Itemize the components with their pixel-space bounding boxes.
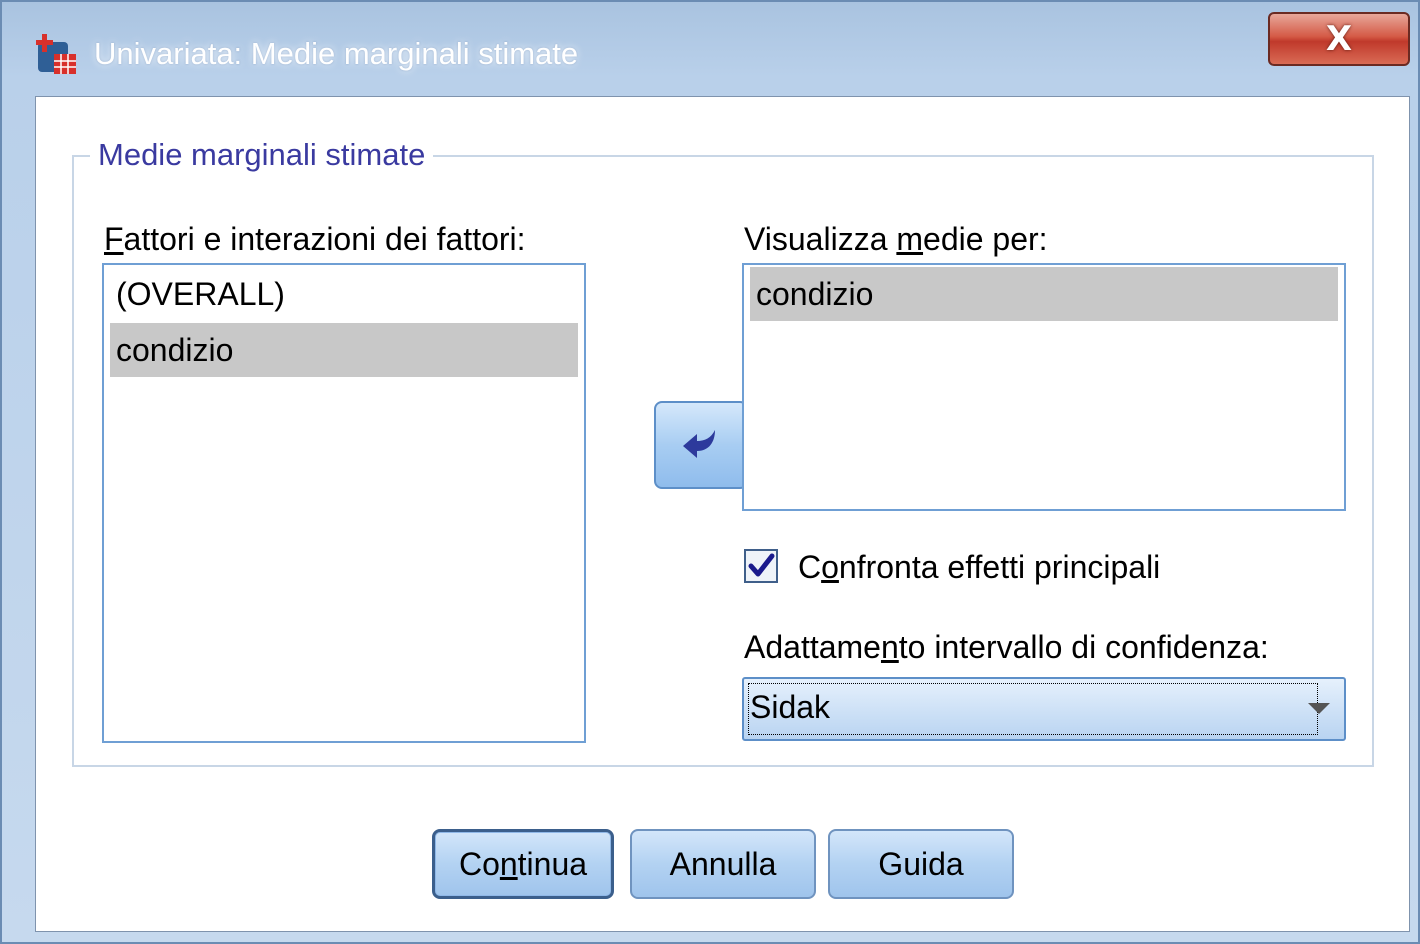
ci-adjustment-select[interactable]: Sidak [742, 677, 1346, 741]
dialog-window: Univariata: Medie marginali stimate X Me… [0, 0, 1420, 944]
factors-label: Fattori e interazioni dei fattori: [104, 221, 526, 258]
display-means-listbox[interactable]: condizio [742, 263, 1346, 511]
display-means-label: Visualizza medie per: [744, 221, 1048, 257]
group-legend: Medie marginali stimate [90, 137, 434, 173]
close-button[interactable]: X [1268, 12, 1410, 66]
spss-dialog-icon [36, 34, 76, 74]
factors-label-text: attori e interazioni dei fattori: [123, 221, 526, 257]
list-item-condizio-display[interactable]: condizio [750, 267, 1338, 321]
continue-button[interactable]: Co n tinua [432, 829, 614, 899]
estimated-marginal-means-group: Medie marginali stimate Fattori e intera… [72, 137, 1374, 767]
help-button[interactable]: Guida [828, 829, 1014, 899]
checkmark-icon [748, 553, 775, 577]
compare-main-effects-label[interactable]: Confronta effetti principali [798, 549, 1160, 586]
dialog-client-area: Medie marginali stimate Fattori e intera… [35, 96, 1410, 932]
focus-rectangle [748, 683, 1318, 735]
factors-label-accel: F [104, 221, 124, 257]
cancel-button[interactable]: Annulla [630, 829, 816, 899]
list-item-overall[interactable]: (OVERALL) [110, 267, 578, 321]
ci-adjustment-label: Adattamento intervallo di confidenza: [744, 629, 1269, 665]
close-icon: X [1325, 19, 1353, 59]
arrow-left-icon [683, 430, 715, 458]
window-title: Univariata: Medie marginali stimate [94, 36, 579, 71]
factors-listbox[interactable]: (OVERALL) condizio [102, 263, 586, 743]
move-to-display-button[interactable] [654, 401, 748, 489]
list-item-condizio[interactable]: condizio [110, 323, 578, 377]
ci-adjustment-value: Sidak [750, 689, 831, 725]
chevron-down-icon[interactable] [1308, 703, 1330, 714]
title-bar[interactable]: Univariata: Medie marginali stimate X [2, 2, 1418, 94]
compare-main-effects-checkbox[interactable] [744, 549, 778, 583]
